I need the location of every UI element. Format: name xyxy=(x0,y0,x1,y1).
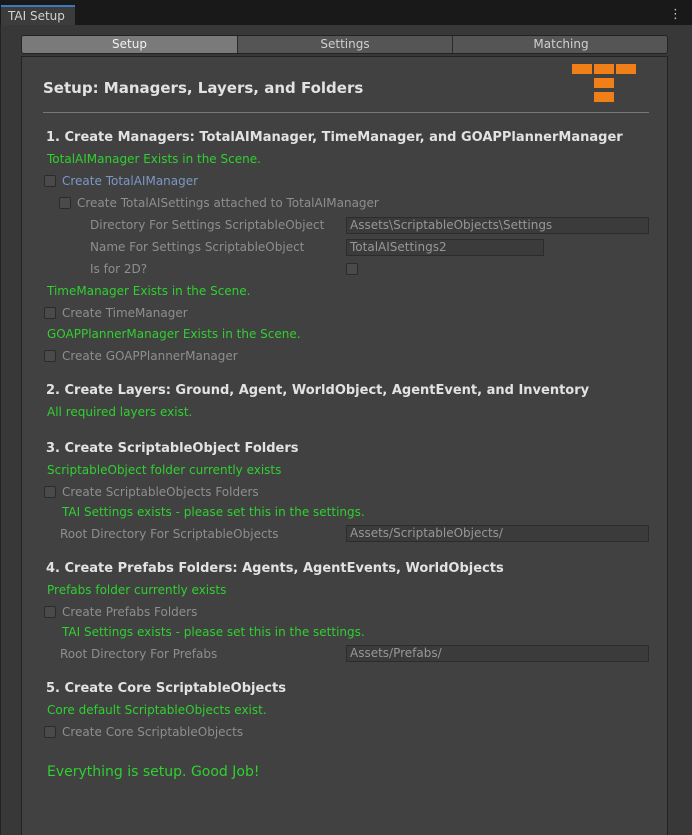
create-totalai-settings-label: Create TotalAISettings attached to Total… xyxy=(77,196,379,210)
so-root-directory-label: Root Directory For ScriptableObjects xyxy=(60,527,279,541)
prefabs-root-directory-label: Root Directory For Prefabs xyxy=(60,647,218,661)
tab-settings[interactable]: Settings xyxy=(238,36,453,53)
checkbox[interactable] xyxy=(44,606,56,618)
is-for-2d-label: Is for 2D? xyxy=(90,262,148,276)
section-2-title: 2. Create Layers: Ground, Agent, WorldOb… xyxy=(46,383,590,398)
setup-toolbar: Setup Settings Matching xyxy=(21,35,668,54)
section-5-title: 5. Create Core ScriptableObjects xyxy=(46,681,286,696)
checkbox[interactable] xyxy=(44,726,56,738)
settings-name-label: Name For Settings ScriptableObject xyxy=(90,240,305,254)
tai-logo-icon xyxy=(572,64,636,102)
so-settings-note: TAI Settings exists - please set this in… xyxy=(62,505,365,519)
section-4-title: 4. Create Prefabs Folders: Agents, Agent… xyxy=(46,561,504,576)
create-totalai-manager-toggle[interactable]: Create TotalAIManager xyxy=(44,174,198,188)
status-so-folders: ScriptableObject folder currently exists xyxy=(47,463,282,477)
create-prefabs-folders-toggle[interactable]: Create Prefabs Folders xyxy=(44,605,197,619)
editor-tab-bar: TAI Setup ⋮ xyxy=(0,0,692,25)
create-totalai-settings-toggle[interactable]: Create TotalAISettings attached to Total… xyxy=(59,196,379,210)
section-1-title: 1. Create Managers: TotalAIManager, Time… xyxy=(46,130,623,145)
setup-complete-message: Everything is setup. Good Job! xyxy=(47,764,260,780)
checkbox[interactable] xyxy=(44,350,56,362)
kebab-menu-icon[interactable]: ⋮ xyxy=(669,8,682,21)
status-time-manager: TimeManager Exists in the Scene. xyxy=(47,284,251,298)
status-goap-manager: GOAPPlannerManager Exists in the Scene. xyxy=(47,327,301,341)
checkbox[interactable] xyxy=(59,197,71,209)
create-so-folders-label: Create ScriptableObjects Folders xyxy=(62,485,259,499)
section-3-title: 3. Create ScriptableObject Folders xyxy=(46,441,299,456)
checkbox[interactable] xyxy=(44,486,56,498)
header-divider xyxy=(43,112,649,113)
create-time-manager-toggle[interactable]: Create TimeManager xyxy=(44,306,188,320)
so-root-directory-field[interactable]: Assets/ScriptableObjects/ xyxy=(346,525,649,542)
checkbox[interactable] xyxy=(44,307,56,319)
settings-name-field[interactable]: TotalAISettings2 xyxy=(346,239,544,256)
create-core-so-toggle[interactable]: Create Core ScriptableObjects xyxy=(44,725,243,739)
is-for-2d-checkbox[interactable] xyxy=(346,263,358,275)
create-totalai-manager-label: Create TotalAIManager xyxy=(62,174,199,188)
page-title: Setup: Managers, Layers, and Folders xyxy=(43,79,364,97)
status-totalai-manager: TotalAIManager Exists in the Scene. xyxy=(47,152,261,166)
prefabs-root-directory-field[interactable]: Assets/Prefabs/ xyxy=(346,645,649,662)
status-core-so: Core default ScriptableObjects exist. xyxy=(47,703,267,717)
tab-matching[interactable]: Matching xyxy=(453,36,667,53)
settings-directory-field[interactable]: Assets\ScriptableObjects\Settings xyxy=(346,217,649,234)
create-goap-manager-label: Create GOAPPlannerManager xyxy=(62,349,238,363)
checkbox[interactable] xyxy=(44,175,56,187)
create-so-folders-toggle[interactable]: Create ScriptableObjects Folders xyxy=(44,485,259,499)
prefabs-settings-note: TAI Settings exists - please set this in… xyxy=(62,625,365,639)
status-layers: All required layers exist. xyxy=(47,405,193,419)
tab-setup[interactable]: Setup xyxy=(22,36,238,53)
create-prefabs-folders-label: Create Prefabs Folders xyxy=(62,605,198,619)
create-goap-manager-toggle[interactable]: Create GOAPPlannerManager xyxy=(44,349,238,363)
create-time-manager-label: Create TimeManager xyxy=(62,306,188,320)
status-prefabs-folder: Prefabs folder currently exists xyxy=(47,583,227,597)
create-core-so-label: Create Core ScriptableObjects xyxy=(62,725,244,739)
tab-tai-setup[interactable]: TAI Setup xyxy=(1,5,75,25)
settings-directory-label: Directory For Settings ScriptableObject xyxy=(90,218,325,232)
